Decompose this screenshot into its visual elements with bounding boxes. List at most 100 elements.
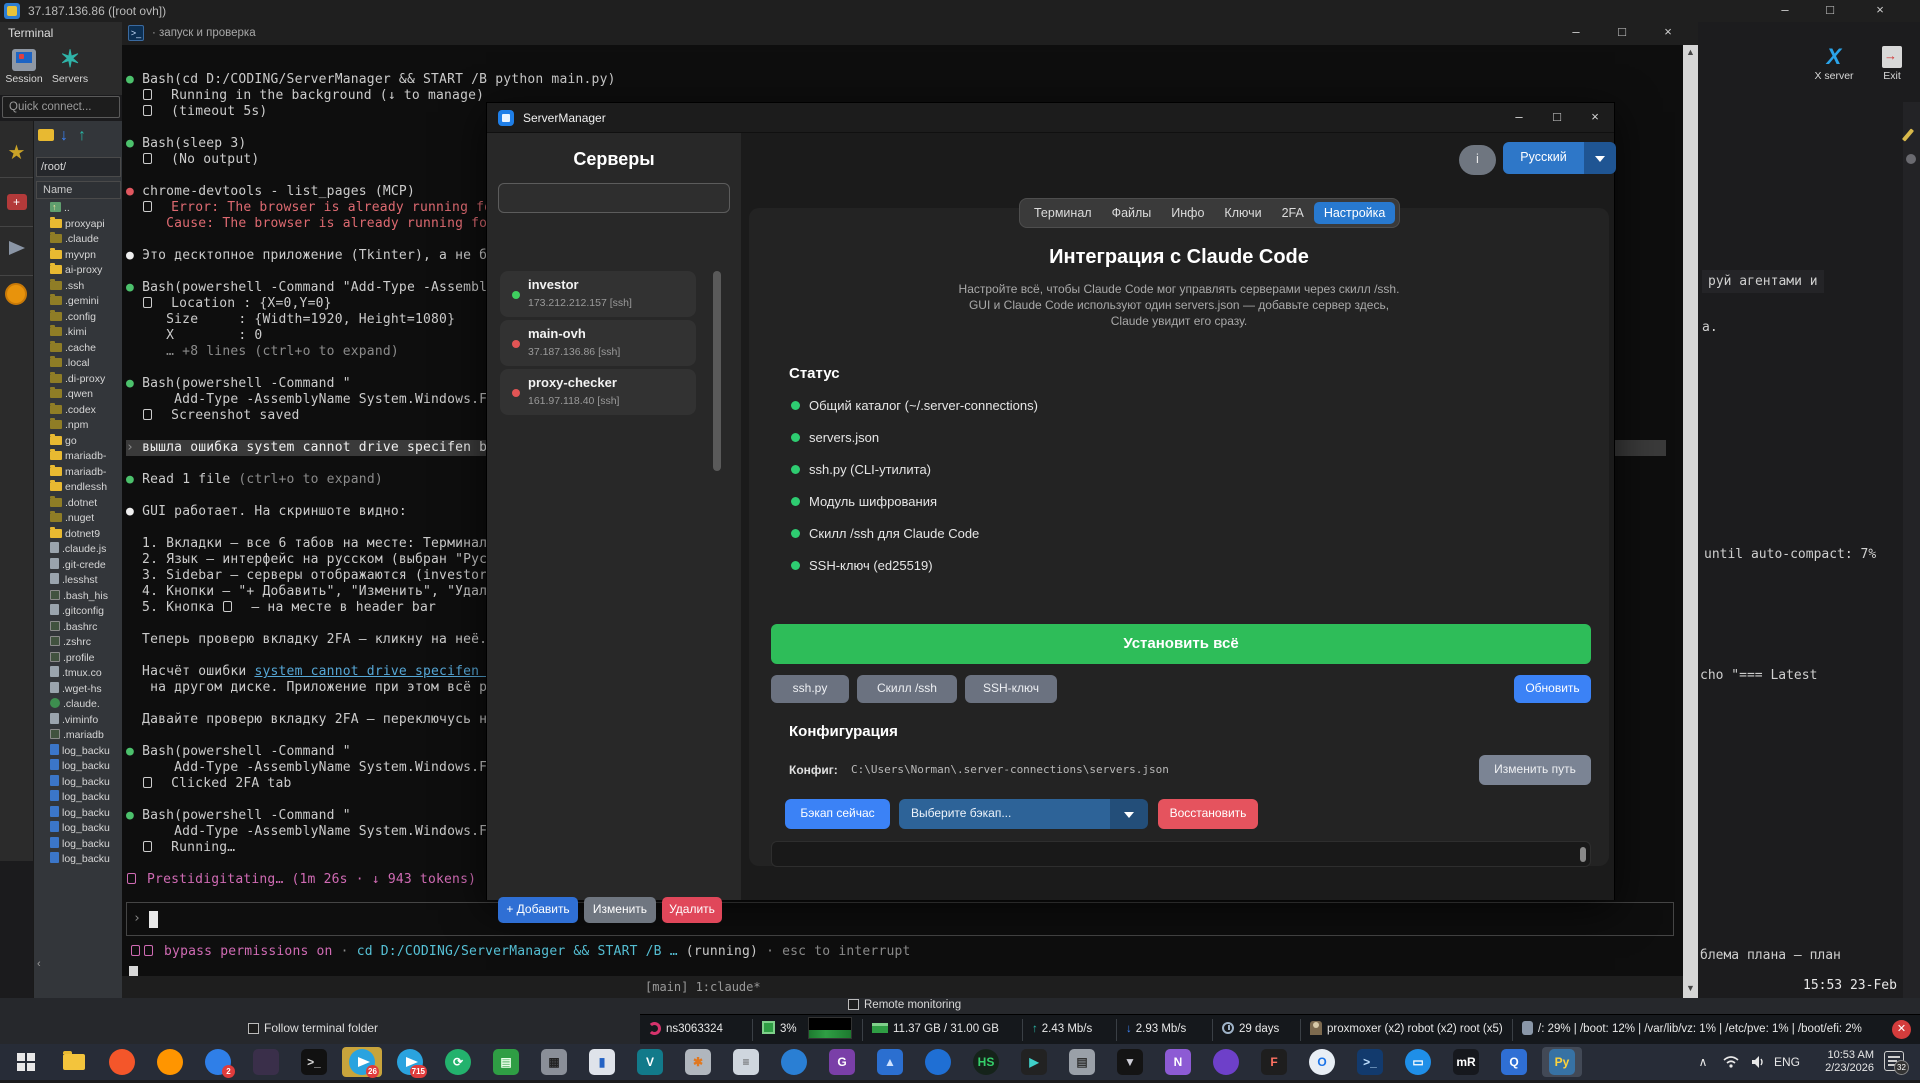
file-row[interactable]: .codex (50, 402, 96, 418)
menu-terminal[interactable]: Terminal (0, 22, 61, 44)
taskbar-g-doc[interactable]: G (822, 1047, 862, 1077)
upload-segment[interactable]: ↑ 2.43 Mb/s (1032, 1015, 1092, 1045)
file-row[interactable]: .npm (50, 418, 88, 433)
exit-button[interactable]: Exit (1866, 46, 1918, 82)
edit-server-button[interactable]: Изменить (584, 897, 656, 923)
remote-monitoring-checkbox[interactable]: Remote monitoring (848, 999, 961, 1011)
file-row[interactable]: proxyapi (50, 216, 105, 232)
follow-terminal-checkbox[interactable]: Follow terminal folder (248, 1021, 378, 1035)
taskbar-github[interactable] (1206, 1047, 1246, 1077)
tab-инфо[interactable]: Инфо (1161, 202, 1214, 224)
taskbar-brave[interactable] (102, 1047, 142, 1077)
taskbar-mremote[interactable]: mR (1446, 1047, 1486, 1077)
sm-maximize-button[interactable]: □ (1538, 103, 1576, 132)
file-row[interactable]: log_backu (50, 852, 110, 867)
component-button-2[interactable]: Скилл /ssh (857, 675, 957, 703)
taskbar-python-active[interactable]: Py (1542, 1047, 1582, 1077)
file-row[interactable]: endlessh (50, 480, 107, 495)
add-server-button[interactable]: + Добавить (498, 897, 578, 923)
server-card[interactable]: proxy-checker 161.97.118.40 [ssh] (500, 369, 696, 415)
server-list-scrollbar[interactable] (713, 271, 721, 471)
file-row[interactable]: .git-crede (50, 557, 106, 573)
sessions-segment[interactable]: proxmoxer (x2) robot (x2) root (x5) (1310, 1015, 1503, 1045)
log-scrollbar-handle[interactable] (1580, 847, 1586, 862)
x-server-button[interactable]: X X server (1808, 46, 1860, 83)
taskbar-calculator[interactable]: ▦ (534, 1047, 574, 1077)
install-all-button[interactable]: Установить всё (771, 624, 1591, 664)
restore-button[interactable]: Восстановить (1158, 799, 1258, 829)
taskbar-hs[interactable]: HS (966, 1047, 1006, 1077)
file-row[interactable]: log_backu (50, 821, 110, 836)
tab-терминал[interactable]: Терминал (1024, 202, 1102, 224)
file-row[interactable]: dotnet9 (50, 526, 100, 542)
quick-connect-input[interactable]: Quick connect... (2, 96, 120, 118)
delete-server-button[interactable]: Удалить (662, 897, 722, 923)
uptime-segment[interactable]: 29 days (1222, 1015, 1279, 1045)
taskbar-media[interactable]: ▶ (1014, 1047, 1054, 1077)
file-row[interactable]: .nuget (50, 511, 94, 526)
taskbar-messenger[interactable]: 2 (198, 1047, 238, 1078)
name-column-header[interactable]: Name (36, 181, 121, 199)
file-row[interactable]: .config (50, 309, 96, 325)
scroll-up-arrow[interactable]: ▲ (1683, 45, 1698, 57)
minimize-button[interactable]: – (1763, 0, 1807, 21)
cpu-graph[interactable] (808, 1015, 852, 1045)
terminal-minimize-button[interactable]: – (1554, 22, 1598, 43)
file-row[interactable]: .wget-hs (50, 681, 102, 697)
terminal-close-button[interactable]: × (1646, 22, 1690, 43)
ram-segment[interactable]: 11.37 GB / 31.00 GB (872, 1015, 999, 1045)
component-button-3[interactable]: SSH-ключ (965, 675, 1057, 703)
taskbar-neovim[interactable]: N (1158, 1047, 1198, 1077)
file-row[interactable]: ai-proxy (50, 263, 102, 278)
language-select[interactable]: Русский (1503, 142, 1616, 174)
taskbar-installer[interactable]: ▤ (1062, 1047, 1102, 1077)
disks-segment[interactable]: /: 29% | /boot: 12% | /var/lib/vz: 1% | … (1522, 1015, 1862, 1045)
file-row[interactable]: .claude. (50, 697, 100, 712)
backup-now-button[interactable]: Бэкап сейчас (785, 799, 890, 829)
tab-файлы[interactable]: Файлы (1102, 202, 1162, 224)
cpu-segment[interactable]: 3% (762, 1015, 797, 1045)
taskbar-telegram[interactable]: 715 (390, 1047, 430, 1078)
download-icon[interactable]: ↓ (60, 127, 68, 145)
taskbar-blue-sphere[interactable] (918, 1047, 958, 1077)
file-row[interactable]: .tmux.co (50, 666, 102, 681)
file-row[interactable]: .. (50, 201, 70, 216)
backup-select[interactable]: Выберите бэкап... (899, 799, 1148, 829)
log-output-area[interactable] (771, 841, 1591, 867)
file-row[interactable]: .claude (50, 232, 99, 247)
file-row[interactable]: mariadb- (50, 449, 106, 464)
session-button[interactable]: Session (2, 45, 46, 93)
tray-clock[interactable]: 10:53 AM 2/23/2026 (1804, 1044, 1874, 1080)
taskbar-telegram-active[interactable]: 26 (342, 1047, 382, 1078)
file-row[interactable]: .di-proxy (50, 371, 105, 387)
scroll-left-arrow[interactable]: ‹ (37, 958, 41, 970)
path-input[interactable]: /root/ (36, 157, 121, 177)
file-row[interactable]: .profile (50, 651, 95, 666)
file-row[interactable]: log_backu (50, 836, 110, 852)
favorites-tab[interactable]: ★ (0, 130, 33, 178)
terminal-prompt-box[interactable]: › (126, 902, 1674, 936)
taskbar-blue-panel[interactable]: ▮ (582, 1047, 622, 1077)
change-path-button[interactable]: Изменить путь (1479, 755, 1591, 785)
file-row[interactable]: log_backu (50, 774, 110, 790)
file-row[interactable]: .gitconfig (50, 604, 104, 619)
download-segment[interactable]: ↓ 2.93 Mb/s (1126, 1015, 1186, 1045)
folder-up-icon[interactable] (38, 129, 54, 141)
taskbar-pixel-app[interactable] (246, 1047, 286, 1077)
tab-ключи[interactable]: Ключи (1214, 202, 1271, 224)
file-row[interactable]: mariadb- (50, 464, 106, 480)
taskbar-browser-o[interactable]: O (1302, 1047, 1342, 1077)
file-row[interactable]: .cache (50, 340, 96, 356)
file-row[interactable]: .mariadb (50, 728, 104, 743)
taskbar-figma[interactable]: F (1254, 1047, 1294, 1077)
taskbar-photos[interactable]: ▲ (870, 1047, 910, 1077)
close-monitoring-icon[interactable]: ✕ (1892, 1020, 1911, 1039)
file-row[interactable]: .ssh (50, 278, 84, 294)
terminal-maximize-button[interactable]: □ (1600, 22, 1644, 43)
taskbar-teamviewer[interactable]: ▭ (1398, 1047, 1438, 1077)
server-card[interactable]: investor 173.212.212.157 [ssh] (500, 271, 696, 317)
file-row[interactable]: .bash_his (50, 589, 108, 604)
file-row[interactable]: .dotnet (50, 495, 97, 511)
speaker-icon[interactable] (1746, 1044, 1770, 1080)
taskbar-green-tool[interactable]: ▤ (486, 1047, 526, 1077)
